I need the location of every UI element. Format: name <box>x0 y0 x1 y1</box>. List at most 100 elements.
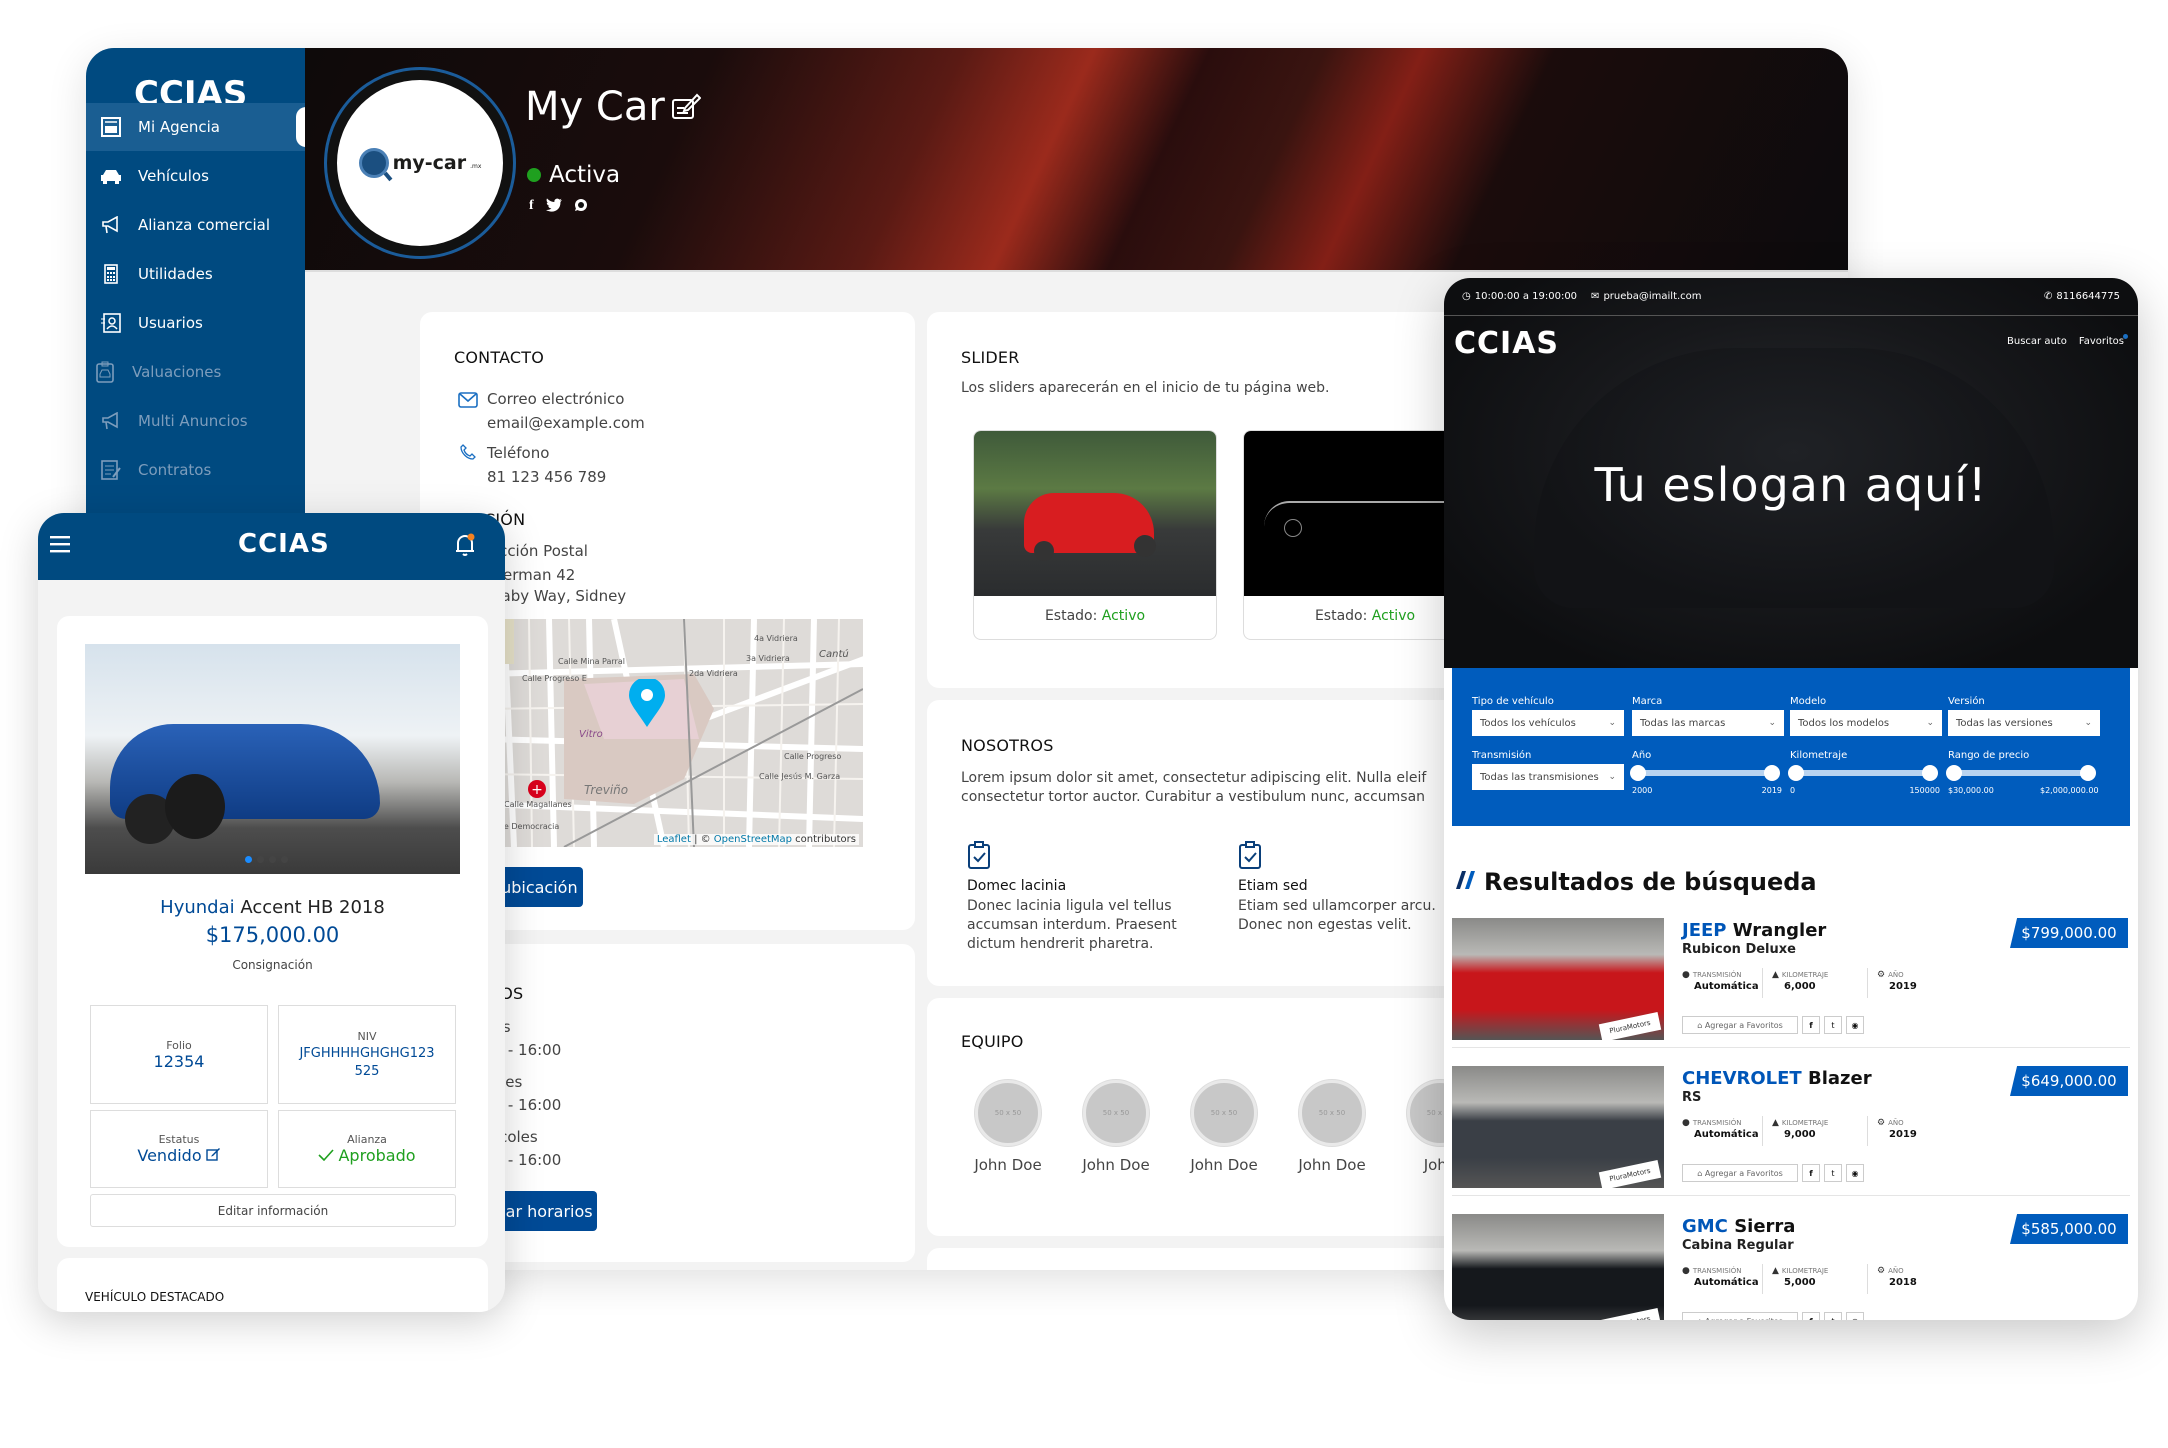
team-avatar[interactable]: 50 x 50 <box>1083 1080 1149 1146</box>
hamburger-menu-icon[interactable] <box>50 535 72 557</box>
ccias-logo: CCIAS <box>238 529 330 559</box>
nav-buscar-auto[interactable]: Buscar auto <box>2007 336 2067 347</box>
result-title[interactable]: GMC Sierra <box>1682 1216 1795 1237</box>
feature-text: Etiam sed ullamcorper arcu. Donec non eg… <box>1238 898 1436 933</box>
spec-divider <box>1762 1264 1763 1294</box>
range-slider[interactable] <box>1630 765 1780 781</box>
carousel-dot[interactable] <box>257 856 264 863</box>
whatsapp-icon[interactable] <box>574 198 588 216</box>
range-min-value: 0 <box>1790 786 1796 795</box>
agency-avatar[interactable]: my-car .mx <box>327 70 513 256</box>
search-select-value: Todos los vehículos <box>1480 717 1576 729</box>
sidebar-item-multi-anuncios[interactable]: Multi Anuncios <box>86 397 305 445</box>
twitter-share-icon[interactable]: t <box>1824 1164 1842 1182</box>
whatsapp-share-icon[interactable]: ◉ <box>1846 1312 1864 1320</box>
facebook-share-icon[interactable]: f <box>1802 1312 1820 1320</box>
featured-title: VEHÍCULO DESTACADO <box>85 1290 225 1304</box>
spec-value: Automática <box>1694 1128 1759 1140</box>
vehicle-price: $175,000.00 <box>205 923 340 947</box>
twitter-icon[interactable] <box>545 198 562 216</box>
whatsapp-share-icon[interactable]: ◉ <box>1846 1164 1864 1182</box>
edit-icon[interactable] <box>205 1146 221 1165</box>
team-member-name: John Doe <box>1298 1156 1366 1174</box>
range-max-value: $2,000,000.00 <box>2040 786 2099 795</box>
sidebar-item-valuaciones[interactable]: Valuaciones <box>86 348 305 396</box>
search-select[interactable]: Todas las versiones ⌄ <box>1948 710 2100 736</box>
add-favorite-button[interactable]: ⌂ Agregar a Favoritos <box>1682 1312 1798 1320</box>
leaflet-link[interactable]: Leaflet <box>657 834 691 845</box>
result-title[interactable]: CHEVROLET Blazer <box>1682 1068 1872 1089</box>
result-image[interactable]: PluraMotors <box>1452 1214 1664 1320</box>
email-value[interactable]: email@example.com <box>487 414 645 432</box>
result-title[interactable]: JEEP Wrangler <box>1682 920 1826 941</box>
add-favorite-button[interactable]: ⌂ Agregar a Favoritos <box>1682 1016 1798 1034</box>
transmission-spec: ● TRANSMISIÓN Automática <box>1682 1266 1759 1289</box>
website-phone[interactable]: 8116644775 <box>2056 291 2120 302</box>
range-max-handle[interactable] <box>1764 765 1780 781</box>
result-image[interactable]: PluraMotors <box>1452 1066 1664 1191</box>
megaphone-icon <box>100 410 122 432</box>
map-marker-icon[interactable] <box>629 677 665 731</box>
facebook-share-icon[interactable]: f <box>1802 1164 1820 1182</box>
search-select[interactable]: Todas las transmisiones ⌄ <box>1472 764 1624 790</box>
nav-favoritos[interactable]: Favoritos <box>2079 334 2128 347</box>
range-slider[interactable] <box>1946 765 2096 781</box>
range-max-handle[interactable] <box>1922 765 1938 781</box>
status-value[interactable]: Vendido <box>137 1146 220 1165</box>
phone-value[interactable]: 81 123 456 789 <box>487 468 606 486</box>
slider-item[interactable]: Estado: Activo <box>973 430 1217 640</box>
osm-link[interactable]: OpenStreetMap <box>714 834 792 845</box>
vehicle-image[interactable] <box>85 644 460 874</box>
twitter-share-icon[interactable]: t <box>1824 1312 1842 1320</box>
favorites-badge <box>2123 334 2128 339</box>
result-price: $799,000.00 <box>2010 918 2128 948</box>
edit-icon[interactable] <box>671 84 702 130</box>
sidebar-item-mi-agencia[interactable]: Mi Agencia <box>86 103 306 151</box>
website-email[interactable]: prueba@imailt.com <box>1603 291 1701 302</box>
agency-name: My Car <box>525 84 702 130</box>
sidebar-item-usuarios[interactable]: Usuarios <box>86 299 305 347</box>
notification-bell-icon[interactable] <box>454 533 476 561</box>
location-map[interactable]: + Calle Mina Parral Calle Progreso E 4a … <box>484 619 863 847</box>
year-spec: ⚙ AÑO 2018 <box>1877 1266 1917 1289</box>
team-avatar[interactable]: 50 x 50 <box>975 1080 1041 1146</box>
team-avatar[interactable]: 50 x 50 <box>1299 1080 1365 1146</box>
range-min-handle[interactable] <box>1788 765 1804 781</box>
sidebar-item-label: Vehículos <box>138 167 209 185</box>
sidebar-item-alianza-comercial[interactable]: Alianza comercial <box>86 201 305 249</box>
facebook-share-icon[interactable]: f <box>1802 1016 1820 1034</box>
search-select[interactable]: Todos los modelos ⌄ <box>1790 710 1942 736</box>
svg-text:Calle Progreso: Calle Progreso <box>784 752 841 761</box>
search-select[interactable]: Todas las marcas ⌄ <box>1632 710 1784 736</box>
search-select[interactable]: Todos los vehículos ⌄ <box>1472 710 1624 736</box>
gearbox-icon: ● <box>1682 970 1690 980</box>
carousel-dot[interactable] <box>269 856 276 863</box>
facebook-icon[interactable]: f <box>529 198 534 216</box>
whatsapp-share-icon[interactable]: ◉ <box>1846 1016 1864 1034</box>
range-min-handle[interactable] <box>1630 765 1646 781</box>
twitter-share-icon[interactable]: t <box>1824 1016 1842 1034</box>
social-links: f <box>529 198 588 216</box>
carousel-dot[interactable] <box>281 856 288 863</box>
range-slider[interactable] <box>1788 765 1938 781</box>
carousel-dot[interactable] <box>245 856 252 863</box>
ccias-logo[interactable]: CCIAS <box>1454 326 1559 361</box>
magnifier-car-icon <box>358 148 389 178</box>
sidebar-item-contratos[interactable]: Contratos <box>86 446 305 494</box>
team-avatar[interactable]: 50 x 50 <box>1191 1080 1257 1146</box>
edit-info-button[interactable]: Editar información <box>90 1194 456 1227</box>
transmission-spec: ● TRANSMISIÓN Automática <box>1682 1118 1759 1141</box>
result-row: PluraMotors CHEVROLET Blazer RS $649,000.00… <box>1452 1066 2130 1196</box>
spec-label: TRANSMISIÓN <box>1692 1267 1742 1275</box>
result-image[interactable]: PluraMotors <box>1452 918 1664 1043</box>
sidebar-item-utilidades[interactable]: Utilidades <box>86 250 305 298</box>
sidebar-item-vehiculos[interactable]: Vehículos <box>86 152 305 200</box>
car-icon <box>100 165 122 187</box>
svg-text:Calle Jesús M. Garza: Calle Jesús M. Garza <box>759 772 840 781</box>
range-min-handle[interactable] <box>1946 765 1962 781</box>
sidebar-item-label: Utilidades <box>138 265 213 283</box>
range-max-handle[interactable] <box>2080 765 2096 781</box>
svg-text:Calle Progreso E: Calle Progreso E <box>522 674 587 683</box>
add-favorite-button[interactable]: ⌂ Agregar a Favoritos <box>1682 1164 1798 1182</box>
feature-title: Domec lacinia <box>967 878 1067 894</box>
